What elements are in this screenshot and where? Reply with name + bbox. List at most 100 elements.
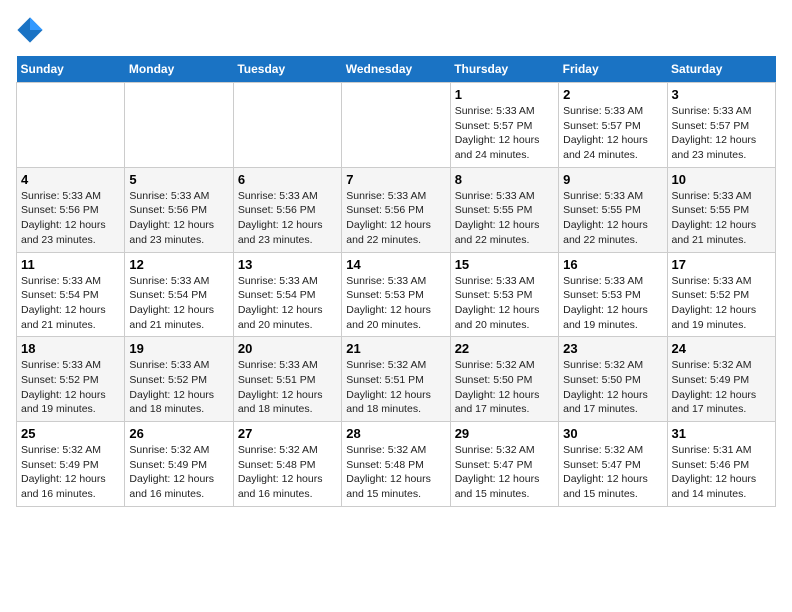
calendar-cell: 9 Sunrise: 5:33 AM Sunset: 5:55 PM Daylig… — [559, 167, 667, 252]
weekday-header-row: SundayMondayTuesdayWednesdayThursdayFrid… — [17, 56, 776, 83]
calendar-cell: 28 Sunrise: 5:32 AM Sunset: 5:48 PM Dayli… — [342, 422, 450, 507]
calendar-cell: 30 Sunrise: 5:32 AM Sunset: 5:47 PM Dayli… — [559, 422, 667, 507]
day-info: Sunrise: 5:33 AM Sunset: 5:54 PM Dayligh… — [238, 274, 337, 333]
calendar-cell: 15Sunrise: 5:33 AM Sunset: 5:53 PM Dayli… — [450, 252, 558, 337]
calendar-cell — [17, 83, 125, 168]
day-info: Sunrise: 5:33 AM Sunset: 5:55 PM Dayligh… — [563, 189, 662, 248]
day-info: Sunrise: 5:33 AM Sunset: 5:55 PM Dayligh… — [455, 189, 554, 248]
day-info: Sunrise: 5:33 AM Sunset: 5:57 PM Dayligh… — [455, 104, 554, 163]
calendar-cell: 2 Sunrise: 5:33 AM Sunset: 5:57 PM Daylig… — [559, 83, 667, 168]
calendar-cell: 4 Sunrise: 5:33 AM Sunset: 5:56 PM Daylig… — [17, 167, 125, 252]
day-number: 12 — [129, 257, 228, 272]
calendar-cell: 12 Sunrise: 5:33 AM Sunset: 5:54 PM Dayli… — [125, 252, 233, 337]
weekday-header: Thursday — [450, 56, 558, 83]
day-info: Sunrise: 5:33 AM Sunset: 5:52 PM Dayligh… — [672, 274, 771, 333]
calendar-cell: 29Sunrise: 5:32 AM Sunset: 5:47 PM Dayli… — [450, 422, 558, 507]
day-info: Sunrise: 5:33 AM Sunset: 5:57 PM Dayligh… — [563, 104, 662, 163]
weekday-header: Sunday — [17, 56, 125, 83]
calendar-cell: 3 Sunrise: 5:33 AM Sunset: 5:57 PM Daylig… — [667, 83, 775, 168]
day-info: Sunrise: 5:33 AM Sunset: 5:52 PM Dayligh… — [21, 358, 120, 417]
calendar-cell: 20 Sunrise: 5:33 AM Sunset: 5:51 PM Dayli… — [233, 337, 341, 422]
day-info: Sunrise: 5:33 AM Sunset: 5:56 PM Dayligh… — [346, 189, 445, 248]
calendar-cell: 8 Sunrise: 5:33 AM Sunset: 5:55 PM Daylig… — [450, 167, 558, 252]
day-info: Sunrise: 5:32 AM Sunset: 5:49 PM Dayligh… — [129, 443, 228, 502]
calendar-cell: 19 Sunrise: 5:33 AM Sunset: 5:52 PM Dayli… — [125, 337, 233, 422]
day-info: Sunrise: 5:33 AM Sunset: 5:53 PM Dayligh… — [346, 274, 445, 333]
day-info: Sunrise: 5:32 AM Sunset: 5:50 PM Dayligh… — [563, 358, 662, 417]
day-info: Sunrise: 5:32 AM Sunset: 5:47 PM Dayligh… — [563, 443, 662, 502]
day-number: 1 — [455, 87, 554, 102]
day-number: 14 — [346, 257, 445, 272]
day-number: 26 — [129, 426, 228, 441]
day-info: Sunrise: 5:32 AM Sunset: 5:50 PM Dayligh… — [455, 358, 554, 417]
day-info: Sunrise: 5:33 AM Sunset: 5:57 PM Dayligh… — [672, 104, 771, 163]
weekday-header: Tuesday — [233, 56, 341, 83]
calendar-cell: 23 Sunrise: 5:32 AM Sunset: 5:50 PM Dayli… — [559, 337, 667, 422]
calendar-cell: 7 Sunrise: 5:33 AM Sunset: 5:56 PM Daylig… — [342, 167, 450, 252]
calendar-cell: 31Sunrise: 5:31 AM Sunset: 5:46 PM Dayli… — [667, 422, 775, 507]
day-number: 16 — [563, 257, 662, 272]
day-info: Sunrise: 5:33 AM Sunset: 5:53 PM Dayligh… — [563, 274, 662, 333]
calendar-cell: 14 Sunrise: 5:33 AM Sunset: 5:53 PM Dayli… — [342, 252, 450, 337]
day-info: Sunrise: 5:32 AM Sunset: 5:48 PM Dayligh… — [238, 443, 337, 502]
day-number: 21 — [346, 341, 445, 356]
day-number: 18 — [21, 341, 120, 356]
day-number: 19 — [129, 341, 228, 356]
calendar-cell: 6 Sunrise: 5:33 AM Sunset: 5:56 PM Daylig… — [233, 167, 341, 252]
day-number: 23 — [563, 341, 662, 356]
page-header — [16, 16, 776, 44]
calendar-cell: 21 Sunrise: 5:32 AM Sunset: 5:51 PM Dayli… — [342, 337, 450, 422]
day-number: 9 — [563, 172, 662, 187]
weekday-header: Friday — [559, 56, 667, 83]
calendar-cell — [125, 83, 233, 168]
day-info: Sunrise: 5:32 AM Sunset: 5:49 PM Dayligh… — [672, 358, 771, 417]
day-info: Sunrise: 5:33 AM Sunset: 5:51 PM Dayligh… — [238, 358, 337, 417]
day-number: 20 — [238, 341, 337, 356]
calendar-week-row: 25Sunrise: 5:32 AM Sunset: 5:49 PM Dayli… — [17, 422, 776, 507]
calendar-cell: 17Sunrise: 5:33 AM Sunset: 5:52 PM Dayli… — [667, 252, 775, 337]
day-info: Sunrise: 5:33 AM Sunset: 5:54 PM Dayligh… — [129, 274, 228, 333]
calendar-cell: 25Sunrise: 5:32 AM Sunset: 5:49 PM Dayli… — [17, 422, 125, 507]
calendar-cell: 5 Sunrise: 5:33 AM Sunset: 5:56 PM Daylig… — [125, 167, 233, 252]
calendar-cell: 24 Sunrise: 5:32 AM Sunset: 5:49 PM Dayli… — [667, 337, 775, 422]
day-number: 7 — [346, 172, 445, 187]
calendar-week-row: 11 Sunrise: 5:33 AM Sunset: 5:54 PM Dayli… — [17, 252, 776, 337]
calendar-cell: 13Sunrise: 5:33 AM Sunset: 5:54 PM Dayli… — [233, 252, 341, 337]
day-info: Sunrise: 5:32 AM Sunset: 5:49 PM Dayligh… — [21, 443, 120, 502]
day-info: Sunrise: 5:33 AM Sunset: 5:56 PM Dayligh… — [238, 189, 337, 248]
calendar-cell — [342, 83, 450, 168]
day-number: 15 — [455, 257, 554, 272]
day-number: 24 — [672, 341, 771, 356]
day-number: 22 — [455, 341, 554, 356]
day-number: 8 — [455, 172, 554, 187]
day-number: 5 — [129, 172, 228, 187]
day-info: Sunrise: 5:32 AM Sunset: 5:48 PM Dayligh… — [346, 443, 445, 502]
day-number: 30 — [563, 426, 662, 441]
weekday-header: Wednesday — [342, 56, 450, 83]
day-number: 28 — [346, 426, 445, 441]
day-number: 11 — [21, 257, 120, 272]
day-info: Sunrise: 5:32 AM Sunset: 5:47 PM Dayligh… — [455, 443, 554, 502]
logo — [16, 16, 48, 44]
day-info: Sunrise: 5:31 AM Sunset: 5:46 PM Dayligh… — [672, 443, 771, 502]
calendar-cell: 1 Sunrise: 5:33 AM Sunset: 5:57 PM Daylig… — [450, 83, 558, 168]
day-info: Sunrise: 5:33 AM Sunset: 5:56 PM Dayligh… — [129, 189, 228, 248]
calendar-cell: 11 Sunrise: 5:33 AM Sunset: 5:54 PM Dayli… — [17, 252, 125, 337]
day-number: 3 — [672, 87, 771, 102]
calendar-cell: 18 Sunrise: 5:33 AM Sunset: 5:52 PM Dayli… — [17, 337, 125, 422]
calendar-cell: 27 Sunrise: 5:32 AM Sunset: 5:48 PM Dayli… — [233, 422, 341, 507]
calendar-week-row: 18 Sunrise: 5:33 AM Sunset: 5:52 PM Dayli… — [17, 337, 776, 422]
day-info: Sunrise: 5:33 AM Sunset: 5:56 PM Dayligh… — [21, 189, 120, 248]
day-number: 27 — [238, 426, 337, 441]
day-number: 2 — [563, 87, 662, 102]
day-info: Sunrise: 5:33 AM Sunset: 5:52 PM Dayligh… — [129, 358, 228, 417]
day-info: Sunrise: 5:32 AM Sunset: 5:51 PM Dayligh… — [346, 358, 445, 417]
day-info: Sunrise: 5:33 AM Sunset: 5:55 PM Dayligh… — [672, 189, 771, 248]
day-number: 4 — [21, 172, 120, 187]
calendar-cell: 26 Sunrise: 5:32 AM Sunset: 5:49 PM Dayli… — [125, 422, 233, 507]
day-info: Sunrise: 5:33 AM Sunset: 5:54 PM Dayligh… — [21, 274, 120, 333]
logo-icon — [16, 16, 44, 44]
calendar-week-row: 4 Sunrise: 5:33 AM Sunset: 5:56 PM Daylig… — [17, 167, 776, 252]
weekday-header: Monday — [125, 56, 233, 83]
day-number: 6 — [238, 172, 337, 187]
